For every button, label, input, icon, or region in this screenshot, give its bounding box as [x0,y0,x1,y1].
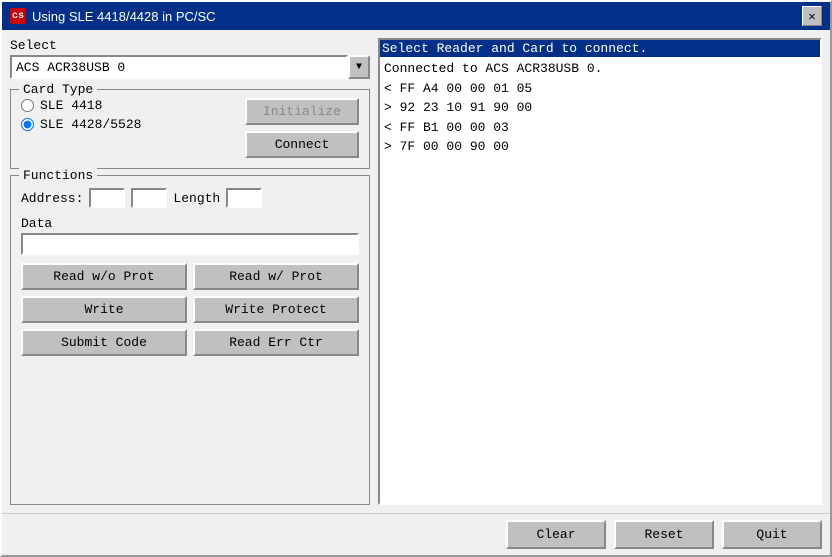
card-type-row: SLE 4418 SLE 4428/5528 Initialize Connec… [21,98,359,158]
submit-code-button[interactable]: Submit Code [21,329,187,356]
radio-label-sle4418: SLE 4418 [40,98,102,113]
main-content: Select ▼ Card Type SLE 4418 [2,30,830,513]
address-input-2[interactable] [131,188,167,208]
title-bar: cs Using SLE 4418/4428 in PC/SC ✕ [2,2,830,30]
reset-button[interactable]: Reset [614,520,714,549]
length-input[interactable] [226,188,262,208]
write-button[interactable]: Write [21,296,187,323]
bottom-bar: Clear Reset Quit [2,513,830,555]
card-type-radios: SLE 4418 SLE 4428/5528 [21,98,237,158]
read-err-ctr-button[interactable]: Read Err Ctr [193,329,359,356]
radio-sle4418[interactable] [21,99,34,112]
data-row: Data [21,216,359,255]
button-grid: Read w/o Prot Read w/ Prot Write Write P… [21,263,359,356]
address-row: Address: Length [21,188,359,208]
read-w-prot-button[interactable]: Read w/ Prot [193,263,359,290]
clear-button[interactable]: Clear [506,520,606,549]
radio-row-sle4428: SLE 4428/5528 [21,117,237,132]
log-line-1: < FF A4 00 00 01 05 [384,79,816,99]
card-type-legend: Card Type [19,82,97,97]
log-area: Select Reader and Card to connect. Conne… [378,38,822,505]
select-section: Select ▼ [10,38,370,79]
address-input-1[interactable] [89,188,125,208]
select-label: Select [10,38,370,53]
read-wo-prot-button[interactable]: Read w/o Prot [21,263,187,290]
app-icon: cs [10,8,26,24]
log-line-4: > 7F 00 00 90 00 [384,137,816,157]
log-line-3: < FF B1 00 00 03 [384,118,816,138]
main-window: cs Using SLE 4418/4428 in PC/SC ✕ Select… [0,0,832,557]
radio-sle4428[interactable] [21,118,34,131]
radio-label-sle4428: SLE 4428/5528 [40,117,141,132]
close-button[interactable]: ✕ [802,6,822,26]
dropdown-arrow-icon[interactable]: ▼ [348,55,370,79]
connect-button[interactable]: Connect [245,131,359,158]
log-header: Select Reader and Card to connect. [380,40,820,57]
right-panel: Select Reader and Card to connect. Conne… [378,38,822,505]
write-protect-button[interactable]: Write Protect [193,296,359,323]
quit-button[interactable]: Quit [722,520,822,549]
data-label: Data [21,216,359,231]
log-line-2: > 92 23 10 91 90 00 [384,98,816,118]
data-input[interactable] [21,233,359,255]
length-label: Length [173,191,220,206]
dropdown-container: ▼ [10,55,370,79]
card-type-group: Card Type SLE 4418 SLE 4428/5528 Ini [10,89,370,169]
left-panel: Select ▼ Card Type SLE 4418 [10,38,370,505]
initialize-button[interactable]: Initialize [245,98,359,125]
log-line-0: Connected to ACS ACR38USB 0. [384,59,816,79]
init-connect-col: Initialize Connect [245,98,359,158]
window-title: Using SLE 4418/4428 in PC/SC [32,9,216,24]
reader-dropdown[interactable] [10,55,348,79]
title-bar-left: cs Using SLE 4418/4428 in PC/SC [10,8,216,24]
functions-group: Functions Address: Length Data Read w/o … [10,175,370,505]
radio-row-sle4418: SLE 4418 [21,98,237,113]
address-label: Address: [21,191,83,206]
functions-legend: Functions [19,168,97,183]
